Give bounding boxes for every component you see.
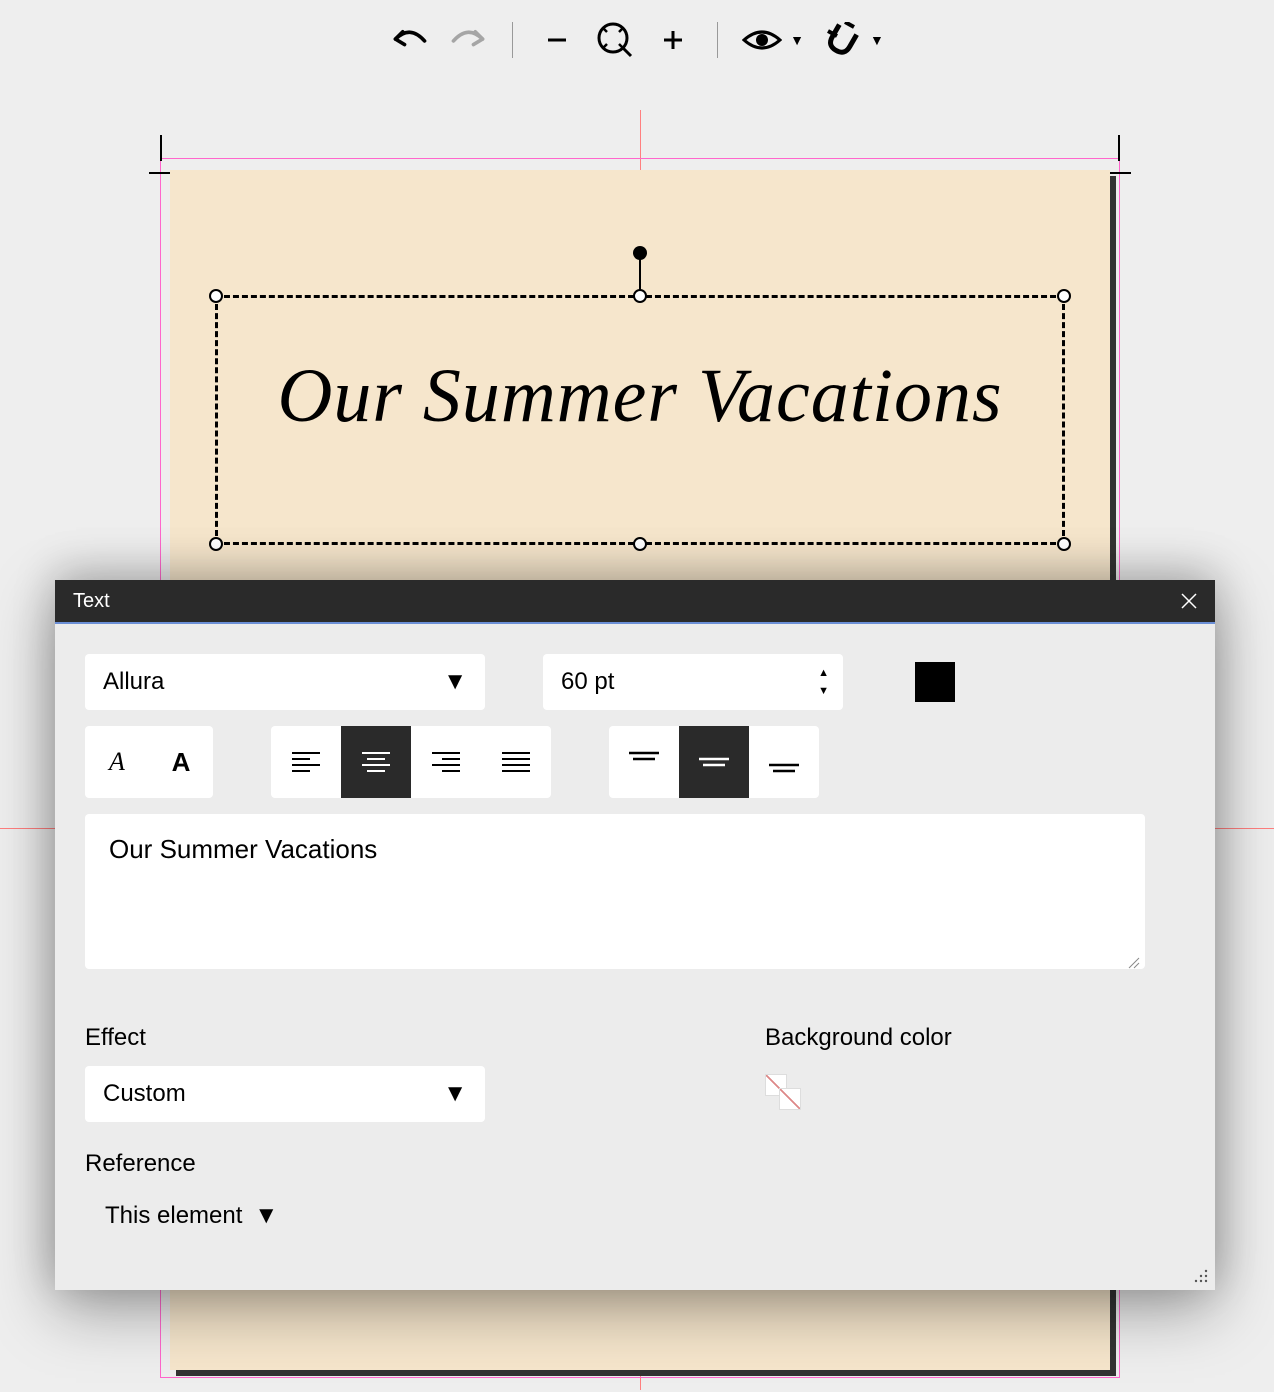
align-center-button[interactable] — [341, 726, 411, 798]
chevron-down-icon: ▼ — [254, 1202, 278, 1230]
background-color-swatch[interactable] — [765, 1074, 809, 1118]
valign-bottom-icon — [769, 751, 799, 773]
align-right-icon — [432, 751, 460, 773]
effect-value: Custom — [103, 1080, 186, 1108]
chevron-down-icon[interactable]: ▼ — [870, 32, 884, 48]
undo-icon — [390, 25, 430, 55]
reference-label: Reference — [85, 1150, 485, 1178]
zoom-in-button[interactable] — [653, 20, 693, 60]
bold-icon: A — [172, 747, 191, 778]
font-family-select[interactable]: Allura ▼ — [85, 654, 485, 710]
align-left-button[interactable] — [271, 726, 341, 798]
zoom-fit-icon — [595, 20, 635, 60]
valign-bottom-button[interactable] — [749, 726, 819, 798]
resize-handle[interactable] — [1057, 537, 1071, 551]
canvas-text-content[interactable]: Our Summer Vacations — [218, 353, 1062, 440]
effect-label: Effect — [85, 1024, 485, 1052]
resize-handle[interactable] — [1057, 289, 1071, 303]
bold-button[interactable]: A — [149, 726, 213, 798]
panel-titlebar[interactable]: Text — [55, 580, 1215, 624]
text-content-input[interactable] — [85, 814, 1145, 969]
resize-handle[interactable] — [209, 289, 223, 303]
transparent-icon — [779, 1088, 801, 1110]
chevron-down-icon: ▼ — [443, 1080, 467, 1108]
zoom-out-button[interactable] — [537, 20, 577, 60]
spinner-arrows[interactable]: ▲ ▼ — [818, 668, 829, 696]
crop-mark-icon — [1105, 135, 1145, 175]
chevron-down-icon[interactable]: ▼ — [790, 32, 804, 48]
horizontal-align-group — [271, 726, 551, 798]
panel-resize-grip[interactable] — [1193, 1268, 1209, 1284]
align-center-icon — [362, 751, 390, 773]
align-left-icon — [292, 751, 320, 773]
font-name-value: Allura — [103, 668, 164, 696]
redo-button[interactable] — [448, 20, 488, 60]
rotation-handle[interactable] — [633, 246, 647, 260]
resize-handle[interactable] — [633, 537, 647, 551]
resize-handle[interactable] — [209, 537, 223, 551]
align-justify-button[interactable] — [481, 726, 551, 798]
magnet-icon — [824, 22, 860, 58]
chevron-down-icon: ▼ — [443, 668, 467, 696]
top-toolbar: ▼ ▼ — [0, 20, 1274, 60]
valign-top-button[interactable] — [609, 726, 679, 798]
valign-middle-button[interactable] — [679, 726, 749, 798]
text-box-selection[interactable]: Our Summer Vacations — [215, 295, 1065, 545]
close-button[interactable] — [1181, 593, 1197, 609]
italic-icon: A — [109, 747, 125, 777]
text-color-swatch[interactable] — [915, 662, 955, 702]
preview-button[interactable] — [742, 20, 782, 60]
close-icon — [1181, 593, 1197, 609]
plus-icon — [661, 28, 685, 52]
reference-select[interactable]: This element ▼ — [85, 1192, 485, 1240]
panel-body: Allura ▼ 60 pt ▲ ▼ A A — [55, 624, 1215, 1290]
vertical-align-group — [609, 726, 819, 798]
spinner-down-icon[interactable]: ▼ — [818, 686, 829, 696]
spinner-up-icon[interactable]: ▲ — [818, 668, 829, 678]
text-properties-panel: Text Allura ▼ 60 pt ▲ ▼ — [55, 580, 1215, 1290]
resize-handle[interactable] — [633, 289, 647, 303]
text-style-group: A A — [85, 726, 213, 798]
italic-button[interactable]: A — [85, 726, 149, 798]
eye-icon — [742, 26, 782, 54]
align-justify-icon — [502, 751, 530, 773]
valign-middle-icon — [699, 751, 729, 773]
zoom-fit-button[interactable] — [595, 20, 635, 60]
snap-button[interactable] — [822, 20, 862, 60]
undo-button[interactable] — [390, 20, 430, 60]
effect-select[interactable]: Custom ▼ — [85, 1066, 485, 1122]
font-size-value: 60 pt — [561, 668, 614, 696]
toolbar-separator — [512, 22, 513, 58]
toolbar-separator — [717, 22, 718, 58]
minus-icon — [545, 28, 569, 52]
align-right-button[interactable] — [411, 726, 481, 798]
redo-icon — [448, 25, 488, 55]
rotation-line — [639, 256, 641, 292]
crop-mark-icon — [135, 135, 175, 175]
background-color-label: Background color — [765, 1024, 952, 1052]
font-size-input[interactable]: 60 pt ▲ ▼ — [543, 654, 843, 710]
panel-title: Text — [73, 590, 110, 613]
reference-value: This element — [105, 1202, 242, 1230]
valign-top-icon — [629, 751, 659, 773]
